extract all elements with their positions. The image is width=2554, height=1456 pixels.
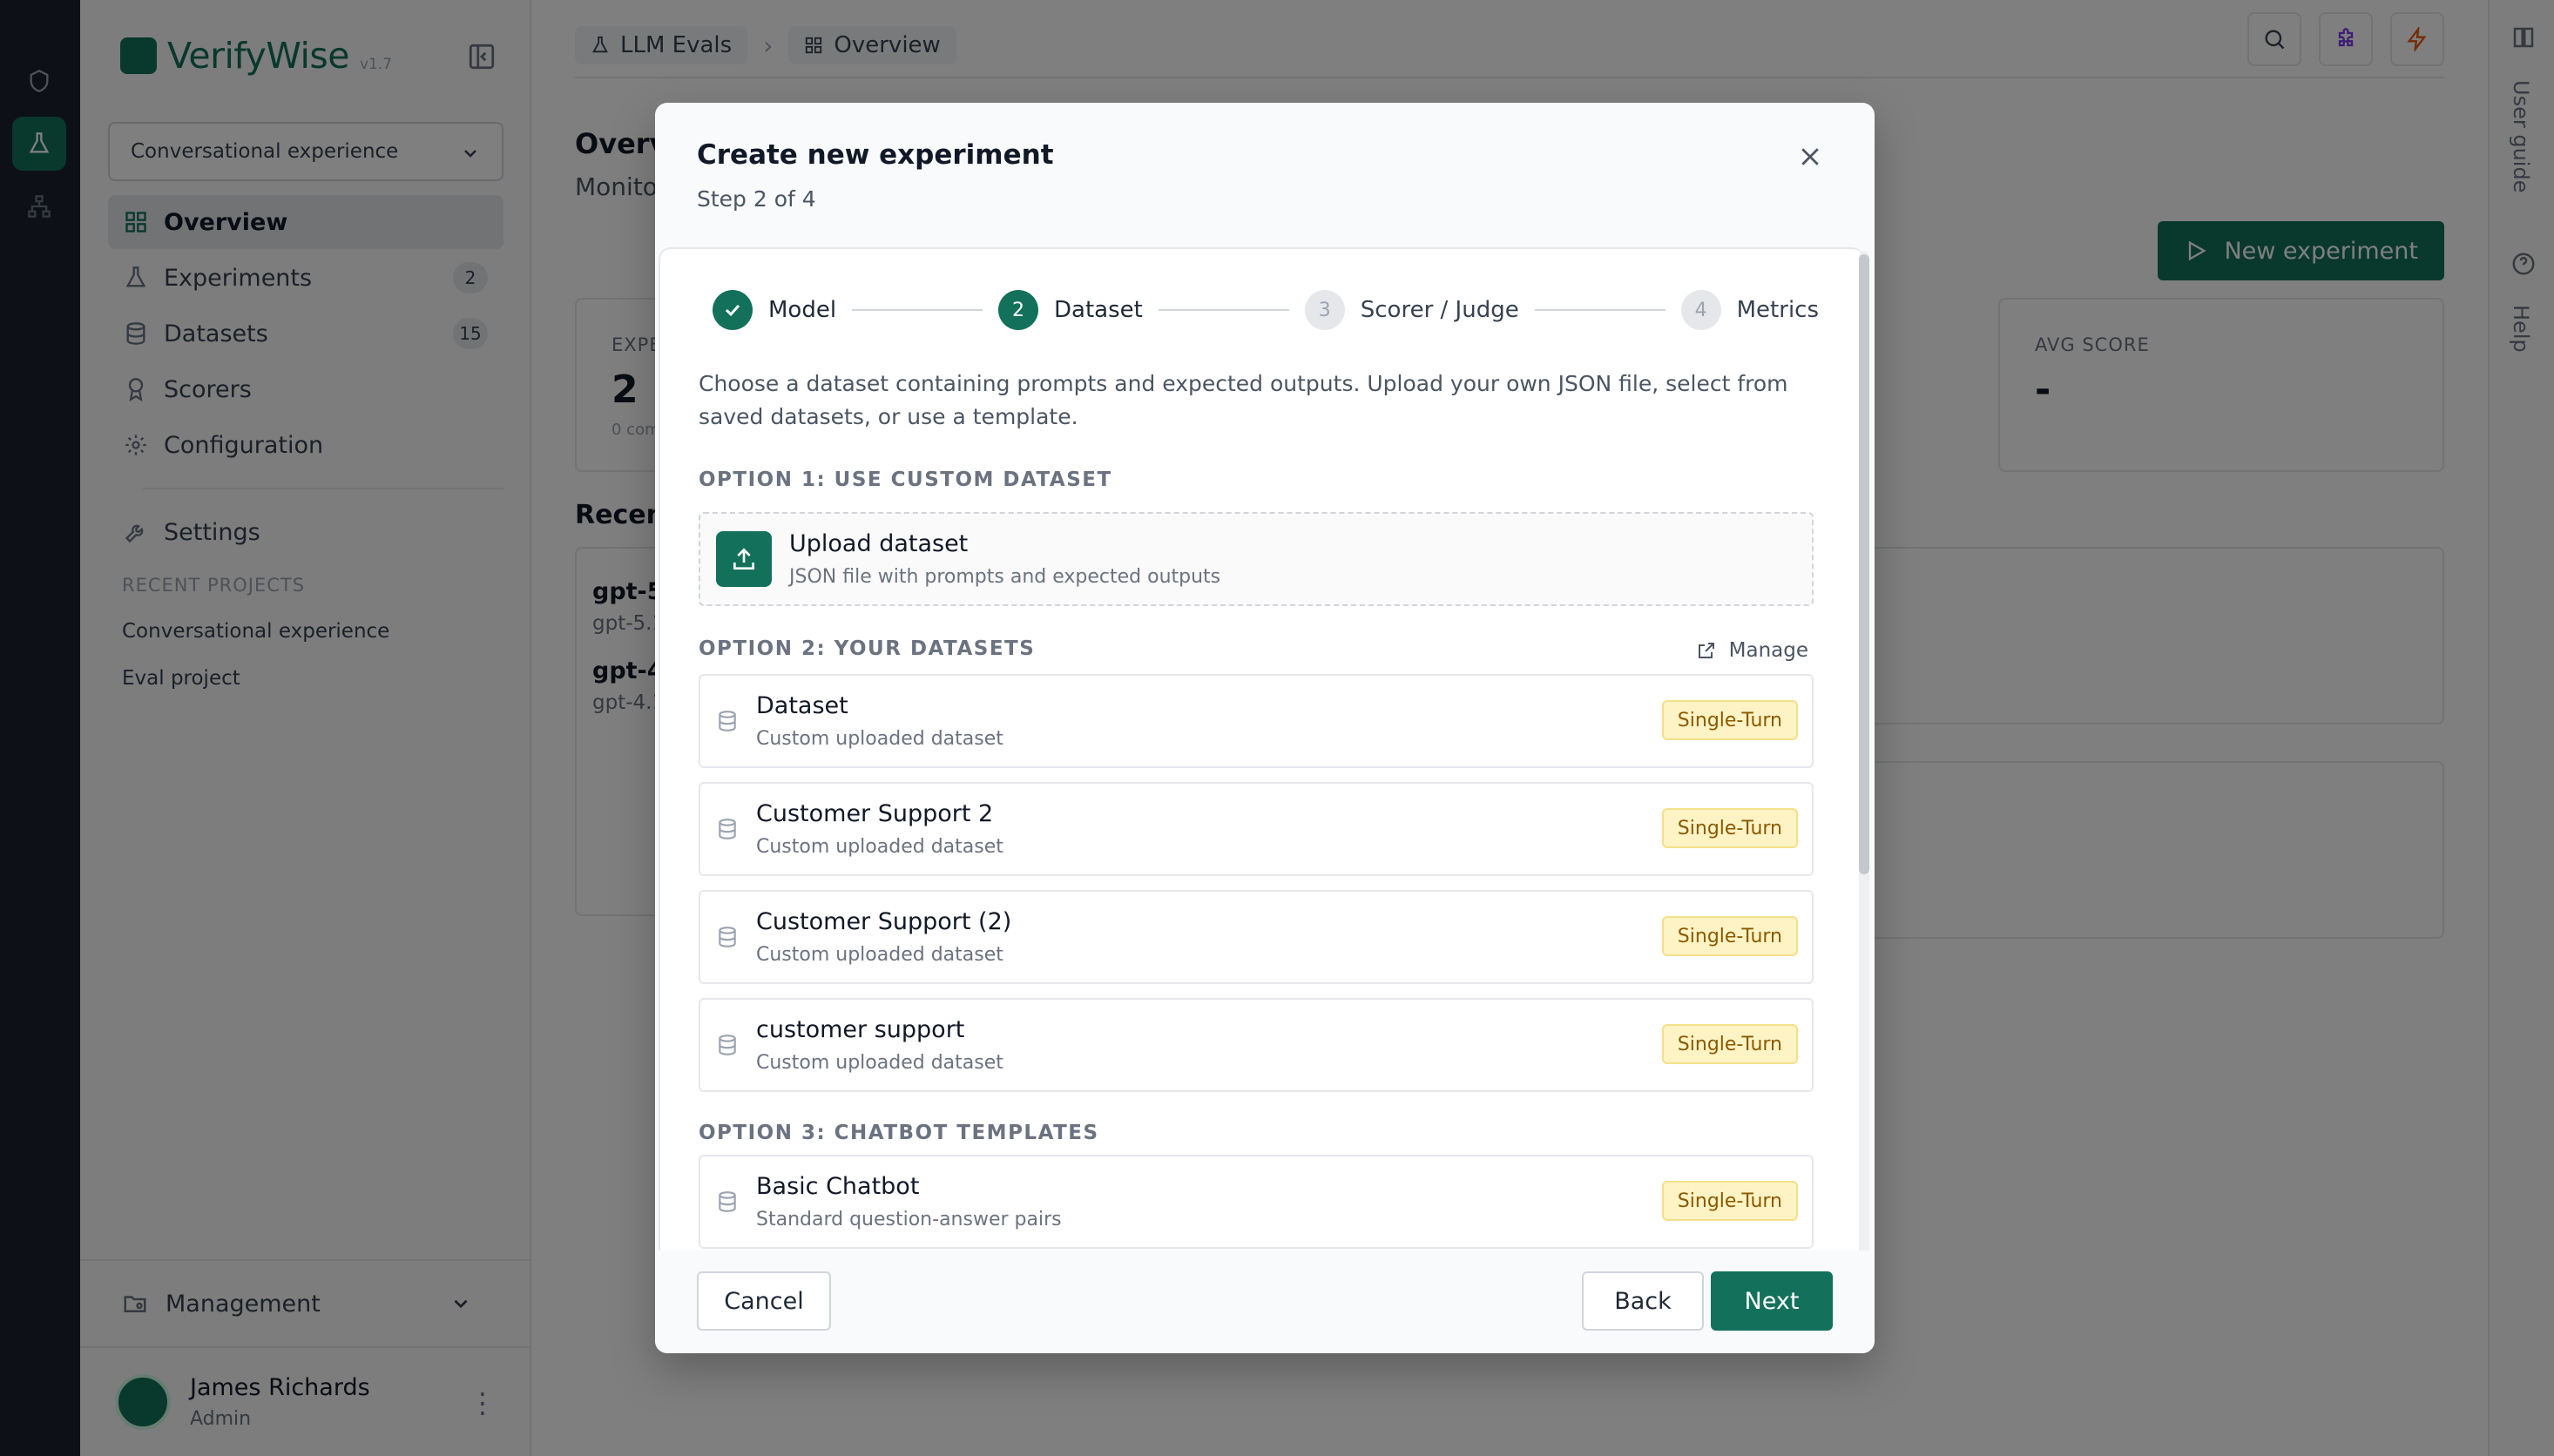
option2-label: OPTION 2: YOUR DATASETS (699, 637, 1036, 660)
next-button[interactable]: Next (1711, 1271, 1833, 1331)
dataset-option[interactable]: customer support Custom uploaded dataset… (699, 998, 1814, 1092)
external-link-icon (1698, 643, 1714, 658)
dataset-option[interactable]: Customer Support (2) Custom uploaded dat… (699, 890, 1814, 984)
manage-datasets-link[interactable]: Manage (1696, 639, 1808, 662)
modal-footer: Cancel Back Next (655, 1250, 1875, 1353)
step-label: Model (768, 297, 837, 323)
single-turn-badge: Single-Turn (1661, 808, 1798, 848)
intro-text: Choose a dataset containing prompts and … (699, 371, 1788, 429)
dataset-description: Custom uploaded dataset (756, 1052, 1003, 1074)
template-option[interactable]: Basic Chatbot Standard question-answer p… (699, 1155, 1814, 1249)
single-turn-badge: Single-Turn (1661, 1024, 1798, 1064)
option1-label: OPTION 1: USE CUSTOM DATASET (699, 468, 1112, 491)
step-dataset: 2 Dataset (998, 290, 1143, 330)
step-number: 3 (1304, 290, 1345, 330)
dataset-description: Custom uploaded dataset (756, 944, 1003, 966)
dataset-description: Custom uploaded dataset (756, 836, 1003, 858)
step-connector (1534, 309, 1666, 311)
check-icon (713, 290, 753, 330)
step-number: 4 (1680, 290, 1721, 330)
database-icon (719, 927, 736, 947)
cancel-button[interactable]: Cancel (697, 1271, 831, 1331)
upload-icon (716, 531, 772, 587)
single-turn-badge: Single-Turn (1661, 1181, 1798, 1221)
database-icon (719, 1191, 736, 1212)
option3-label: OPTION 3: CHATBOT TEMPLATES (699, 1122, 1099, 1144)
single-turn-badge: Single-Turn (1661, 916, 1798, 956)
step-connector (852, 309, 983, 311)
database-icon (719, 1035, 736, 1055)
database-icon (719, 819, 736, 839)
single-turn-badge: Single-Turn (1661, 700, 1798, 740)
step-scorer: 3 Scorer / Judge (1304, 290, 1519, 330)
template-description: Standard question-answer pairs (756, 1209, 1062, 1230)
dataset-name: Dataset (756, 692, 848, 719)
manage-label: Manage (1728, 639, 1808, 662)
database-icon (719, 711, 736, 731)
stepper: Model 2 Dataset 3 Scorer / Judge 4 Metri… (713, 287, 1819, 333)
upload-subtitle: JSON file with prompts and expected outp… (789, 566, 1221, 588)
scrollbar-thumb[interactable] (1859, 254, 1869, 874)
dataset-description: Custom uploaded dataset (756, 728, 1003, 750)
dataset-name: Customer Support (2) (756, 908, 1012, 935)
step-label: Scorer / Judge (1360, 297, 1519, 323)
dataset-option[interactable]: Customer Support 2 Custom uploaded datas… (699, 782, 1814, 876)
step-model: Model (713, 290, 836, 330)
step-connector (1158, 309, 1289, 311)
upload-dataset-dropzone[interactable]: Upload dataset JSON file with prompts an… (699, 512, 1814, 606)
step-label: Metrics (1736, 297, 1820, 323)
modal-step-text: Step 2 of 4 (697, 186, 816, 212)
modal-title: Create new experiment (697, 139, 1054, 171)
create-experiment-modal: Create new experiment Step 2 of 4 Model … (655, 103, 1875, 1353)
dataset-name: Customer Support 2 (756, 800, 994, 827)
template-name: Basic Chatbot (756, 1173, 920, 1200)
close-icon[interactable] (1793, 139, 1828, 174)
step-number: 2 (998, 290, 1038, 330)
step-metrics: 4 Metrics (1680, 290, 1820, 330)
step-label: Dataset (1054, 297, 1143, 323)
back-button[interactable]: Back (1582, 1271, 1704, 1331)
dataset-name: customer support (756, 1016, 965, 1043)
dataset-option[interactable]: Dataset Custom uploaded dataset Single-T… (699, 674, 1814, 768)
upload-title: Upload dataset (789, 530, 969, 557)
